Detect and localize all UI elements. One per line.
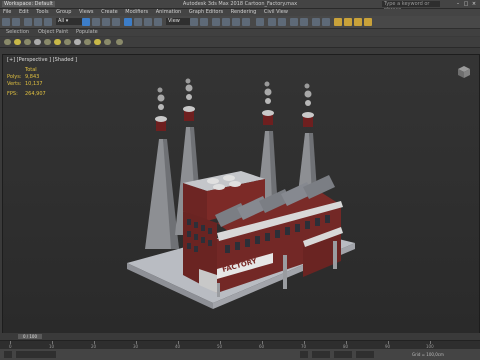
align-icon[interactable] bbox=[278, 18, 286, 26]
select-and-place-icon[interactable] bbox=[154, 18, 162, 26]
schematic-view-icon[interactable] bbox=[322, 18, 330, 26]
render-production-icon[interactable] bbox=[364, 18, 372, 26]
paint-tool-icon[interactable] bbox=[54, 39, 61, 45]
ribbon-tab-selection[interactable]: Selection bbox=[6, 29, 29, 36]
menu-graph-editors[interactable]: Graph Editors bbox=[186, 9, 226, 16]
maximize-button[interactable]: □ bbox=[462, 1, 470, 7]
main-toolbar: All ▾ View bbox=[0, 16, 480, 29]
menu-views[interactable]: Views bbox=[76, 9, 96, 16]
brush-tool-icon[interactable] bbox=[64, 39, 71, 45]
ribbon-tab-object-paint[interactable]: Object Paint bbox=[38, 29, 68, 36]
menu-create[interactable]: Create bbox=[98, 9, 121, 16]
select-manipulate-icon[interactable] bbox=[200, 18, 208, 26]
shape-tool-icon[interactable] bbox=[34, 39, 41, 45]
pivot-center-icon[interactable] bbox=[190, 18, 198, 26]
link-icon[interactable] bbox=[24, 18, 32, 26]
menu-group[interactable]: Group bbox=[53, 9, 74, 16]
populate-tool-icon[interactable] bbox=[74, 39, 81, 45]
menu-modifiers[interactable]: Modifiers bbox=[122, 9, 151, 16]
crowd-tool-icon[interactable] bbox=[84, 39, 91, 45]
menu-bar: File Edit Tools Group Views Create Modif… bbox=[0, 9, 480, 16]
select-and-rotate-icon[interactable] bbox=[134, 18, 142, 26]
percent-snap-icon[interactable] bbox=[232, 18, 240, 26]
scene-explorer-icon[interactable] bbox=[290, 18, 298, 26]
perspective-viewport[interactable]: [+] [Perspective ] [Shaded ] Total Polys… bbox=[2, 54, 480, 334]
flow-tool-icon[interactable] bbox=[94, 39, 101, 45]
mirror-icon[interactable] bbox=[268, 18, 276, 26]
time-slider-bar: 0 / 100 bbox=[0, 333, 480, 340]
spinner-snap-icon[interactable] bbox=[242, 18, 250, 26]
timeline[interactable]: 0 10 20 30 40 50 60 70 80 90 100 bbox=[0, 340, 480, 349]
maxscript-listener-icon[interactable] bbox=[4, 351, 12, 358]
idle-area-icon[interactable] bbox=[104, 39, 111, 45]
edit-tool-icon[interactable] bbox=[116, 39, 123, 45]
camera-tool-icon[interactable] bbox=[24, 39, 31, 45]
undo-icon[interactable] bbox=[2, 18, 10, 26]
maxscript-mini-listener[interactable] bbox=[16, 351, 56, 358]
selection-filter-dropdown[interactable]: All ▾ bbox=[56, 18, 82, 25]
layer-explorer-icon[interactable] bbox=[300, 18, 308, 26]
chimney-left bbox=[145, 87, 179, 249]
redo-icon[interactable] bbox=[12, 18, 20, 26]
y-coordinate-field[interactable] bbox=[334, 351, 352, 358]
angle-snap-icon[interactable] bbox=[222, 18, 230, 26]
select-by-name-icon[interactable] bbox=[92, 18, 100, 26]
select-and-move-icon[interactable] bbox=[124, 18, 132, 26]
material-editor-icon[interactable] bbox=[334, 18, 342, 26]
title-bar: Workspace: Default Autodesk 3ds Max 2018… bbox=[0, 0, 480, 13]
light-tool-icon[interactable] bbox=[14, 39, 21, 45]
select-object-icon[interactable] bbox=[82, 18, 90, 26]
modeling-toolbar bbox=[0, 37, 480, 48]
sphere-tool-icon[interactable] bbox=[4, 39, 11, 45]
window-controls: – □ × bbox=[454, 1, 478, 7]
menu-animation[interactable]: Animation bbox=[153, 9, 185, 16]
z-coordinate-field[interactable] bbox=[356, 351, 374, 358]
menu-file[interactable]: File bbox=[0, 9, 14, 16]
factory-model[interactable]: FACTORY bbox=[3, 55, 479, 333]
menu-tools[interactable]: Tools bbox=[33, 9, 51, 16]
helper-tool-icon[interactable] bbox=[44, 39, 51, 45]
grid-readout: Grid = 100,0cm bbox=[412, 352, 444, 357]
bind-space-warp-icon[interactable] bbox=[44, 18, 52, 26]
menu-edit[interactable]: Edit bbox=[16, 9, 32, 16]
unlink-icon[interactable] bbox=[34, 18, 42, 26]
rectangular-selection-icon[interactable] bbox=[102, 18, 110, 26]
snaps-toggle-icon[interactable] bbox=[212, 18, 220, 26]
minimize-button[interactable]: – bbox=[454, 1, 462, 7]
select-and-scale-icon[interactable] bbox=[144, 18, 152, 26]
named-selection-icon[interactable] bbox=[256, 18, 264, 26]
reference-coordinate-dropdown[interactable]: View bbox=[166, 18, 190, 25]
lock-selection-icon[interactable] bbox=[300, 351, 308, 358]
ribbon: Selection Object Paint Populate bbox=[0, 29, 480, 36]
ribbon-tab-populate[interactable]: Populate bbox=[76, 29, 98, 36]
window-crossing-icon[interactable] bbox=[112, 18, 120, 26]
curve-editor-icon[interactable] bbox=[312, 18, 320, 26]
time-slider[interactable]: 0 / 100 bbox=[18, 334, 42, 339]
rendered-frame-window-icon[interactable] bbox=[354, 18, 362, 26]
close-button[interactable]: × bbox=[470, 1, 478, 7]
status-bar: Grid = 100,0cm bbox=[0, 349, 480, 360]
render-setup-icon[interactable] bbox=[344, 18, 352, 26]
search-input[interactable]: Type a keyword or phrase bbox=[382, 1, 440, 13]
menu-rendering[interactable]: Rendering bbox=[228, 9, 260, 16]
x-coordinate-field[interactable] bbox=[312, 351, 330, 358]
menu-civil-view[interactable]: Civil View bbox=[261, 9, 291, 16]
